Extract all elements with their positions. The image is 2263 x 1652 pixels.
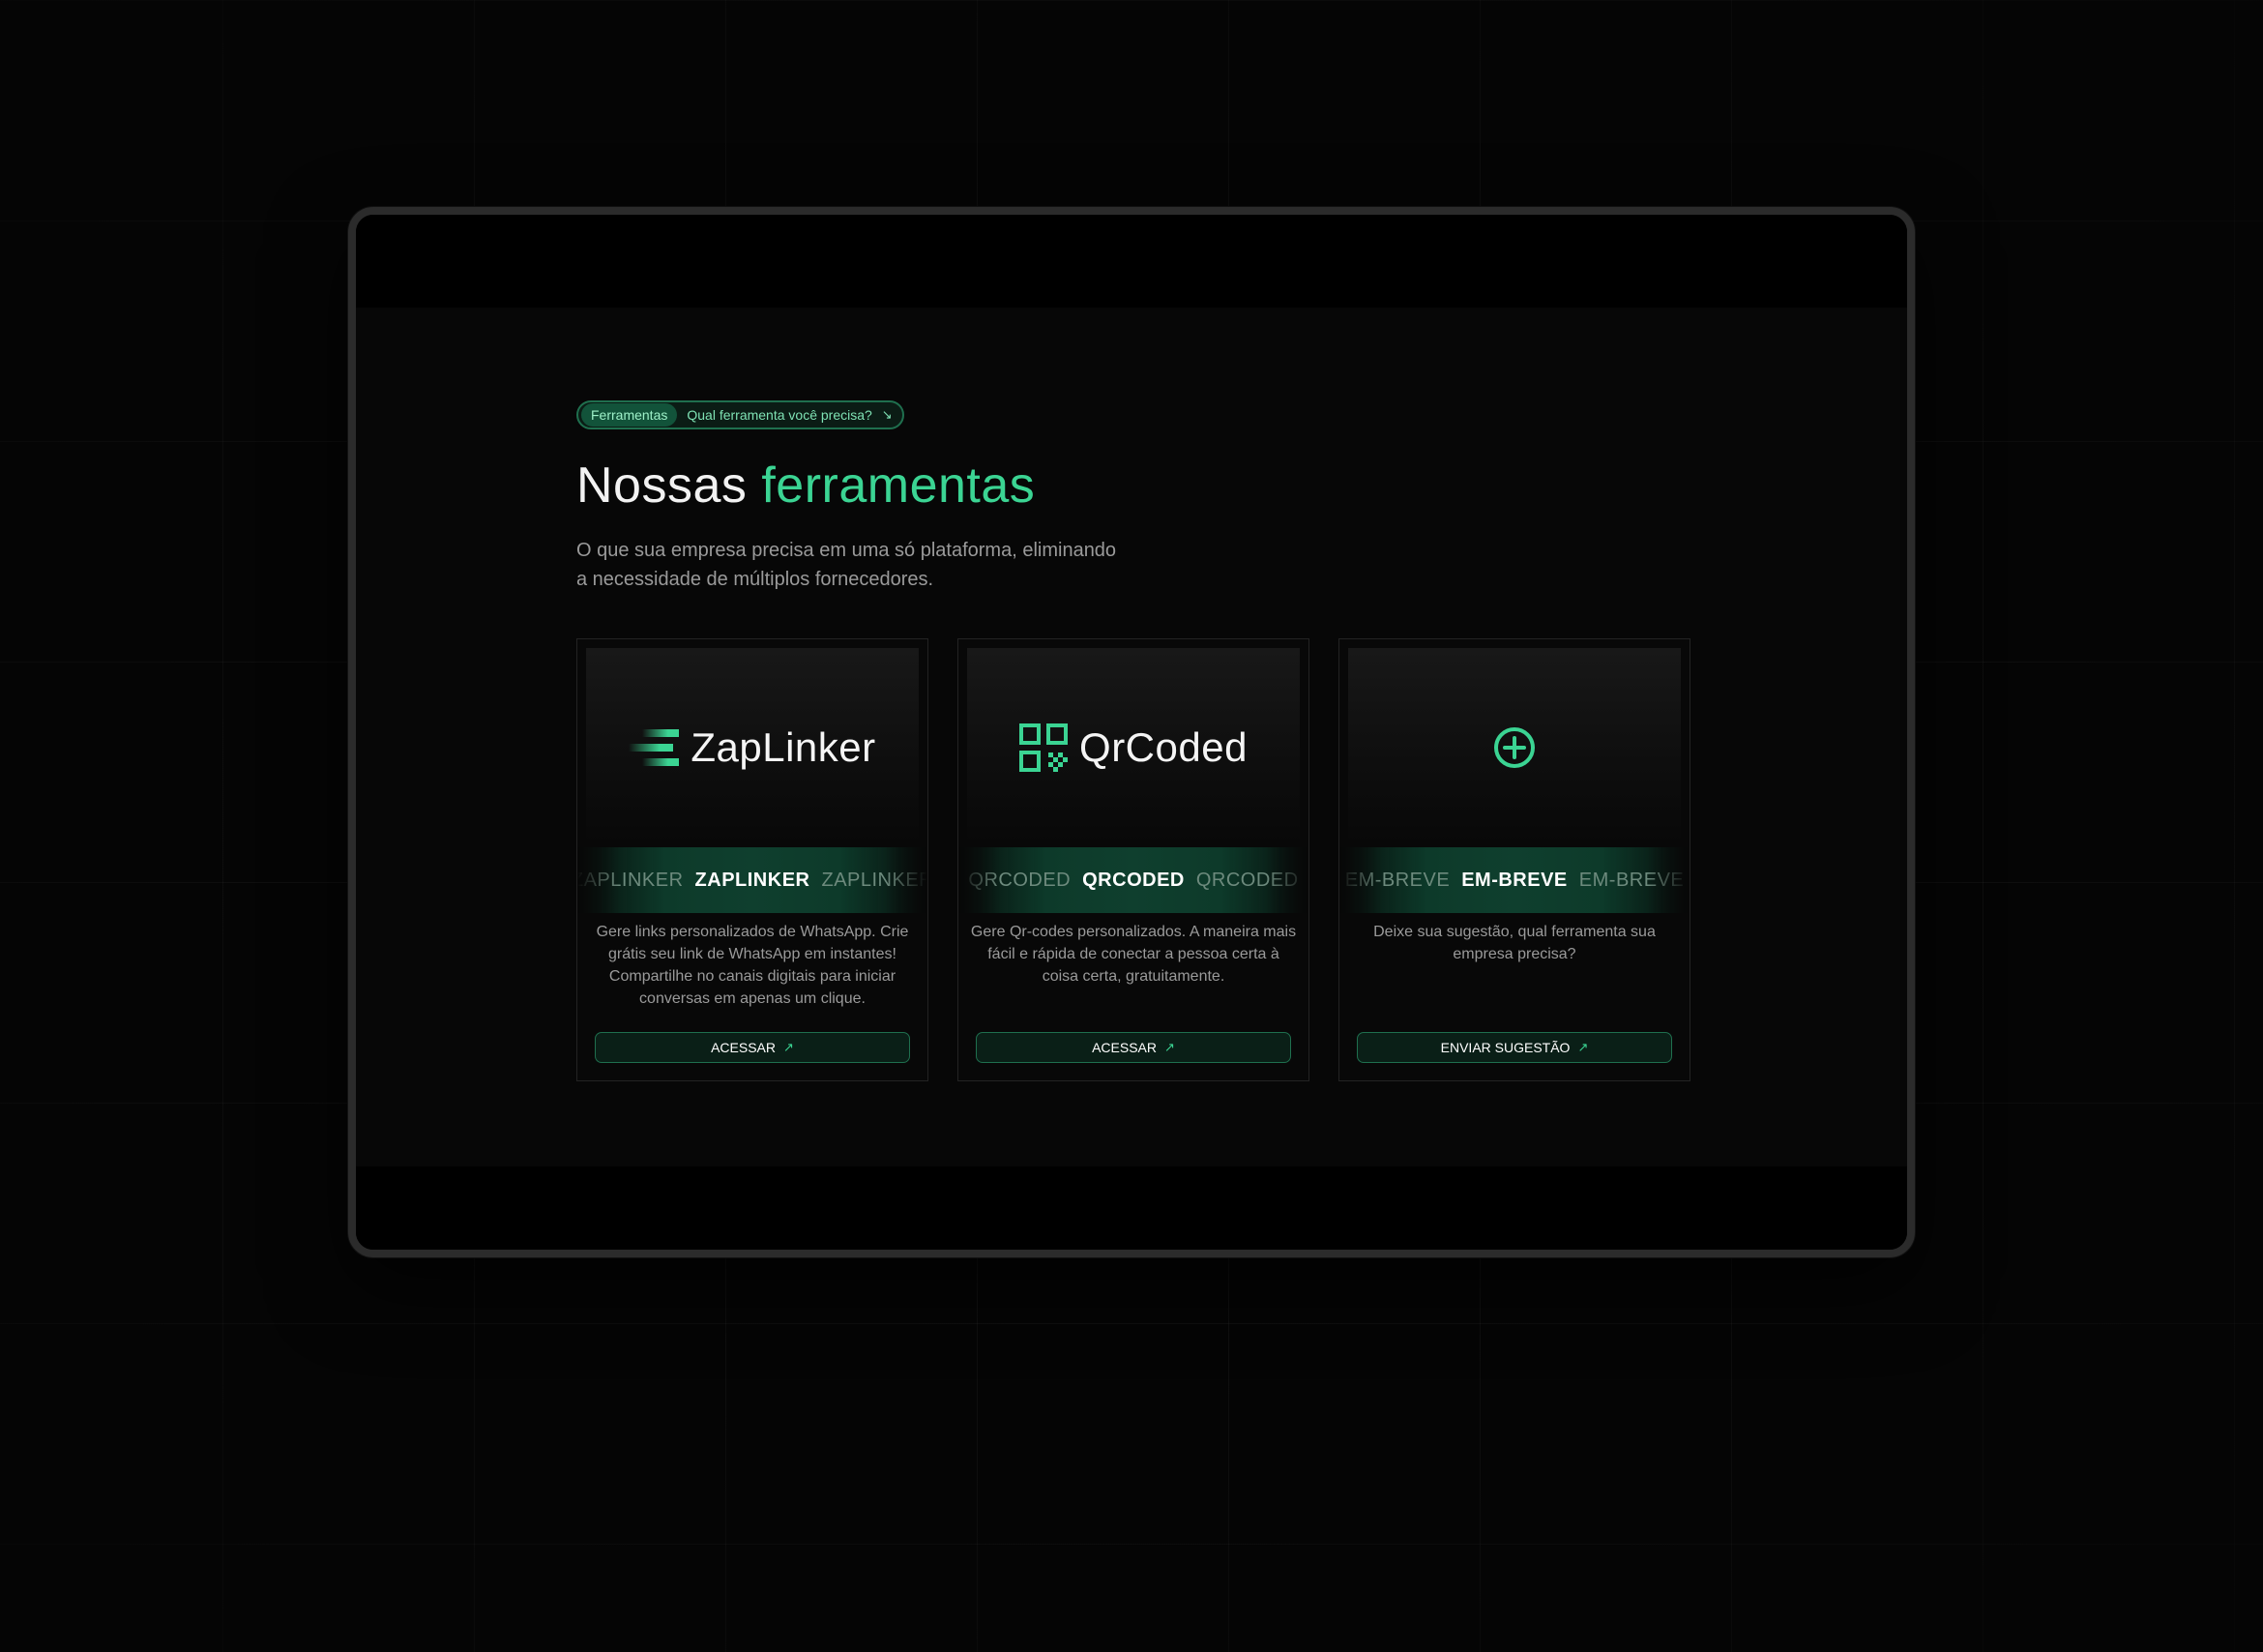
card-marquee: EM-BREVE EM-BREVE EM-BREVE	[1339, 847, 1690, 913]
arrow-down-right-icon: ↘	[881, 407, 893, 422]
marquee-item-active: QRCODED	[1082, 869, 1185, 891]
marquee-item: QRCODED	[968, 869, 1072, 891]
qrcoded-logo: QrCoded	[1019, 723, 1248, 772]
device-top-bar	[356, 215, 1907, 308]
button-label: ACESSAR	[711, 1040, 776, 1055]
page-title: Nossas ferramentas	[576, 457, 1698, 515]
card-marquee: QRCODED QRCODED QRCODED	[958, 847, 1308, 913]
page-subtitle: O que sua empresa precisa em uma só plat…	[576, 540, 1117, 590]
marquee-item-active: EM-BREVE	[1461, 869, 1568, 891]
plus-circle-icon	[1494, 727, 1535, 768]
tool-cards: ZapLinker ZAPLINKER ZAPLINKER ZAPLINKER …	[576, 638, 1690, 1081]
zaplinker-logo: ZapLinker	[629, 724, 875, 771]
tool-card-coming-soon: EM-BREVE EM-BREVE EM-BREVE Deixe sua sug…	[1338, 638, 1690, 1081]
badge-tag: Ferramentas	[581, 403, 678, 427]
arrow-up-right-icon: ↗	[1164, 1040, 1175, 1054]
marquee-item: EM-BREVE	[1578, 869, 1685, 891]
title-accent: ferramentas	[761, 457, 1036, 514]
card-marquee: ZAPLINKER ZAPLINKER ZAPLINKER	[577, 847, 927, 913]
tool-card-qrcoded: QrCoded QRCODED QRCODED QRCODED Gere Qr-…	[957, 638, 1309, 1081]
access-qrcoded-button[interactable]: ACESSAR ↗	[976, 1032, 1291, 1063]
tools-content: Ferramentas Qual ferramenta você precisa…	[576, 400, 1698, 1081]
zaplinker-logo-text: ZapLinker	[691, 724, 876, 770]
zaplinker-bars-icon	[629, 729, 680, 766]
qrcoded-logo-text: QrCoded	[1079, 724, 1248, 770]
card-description: Gere Qr-codes personalizados. A maneira …	[970, 924, 1297, 985]
button-label: ACESSAR	[1092, 1040, 1157, 1055]
title-plain: Nossas	[576, 457, 748, 514]
card-description: Deixe sua sugestão, qual ferramenta sua …	[1373, 924, 1656, 962]
arrow-up-right-icon: ↗	[1577, 1040, 1589, 1054]
marquee-item: QRCODED	[1195, 869, 1299, 891]
device-bottom-bar	[356, 1166, 1907, 1250]
card-description: Gere links personalizados de WhatsApp. C…	[596, 924, 909, 1007]
marquee-item-active: ZAPLINKER	[694, 869, 810, 891]
card-media	[1348, 648, 1681, 847]
badge-text: Qual ferramenta você precisa?	[687, 407, 872, 423]
card-media: ZapLinker	[586, 648, 919, 847]
device-frame: Ferramentas Qual ferramenta você precisa…	[348, 207, 1915, 1257]
arrow-up-right-icon: ↗	[783, 1040, 794, 1054]
card-media: QrCoded	[967, 648, 1300, 847]
tools-section: Ferramentas Qual ferramenta você precisa…	[356, 308, 1907, 1166]
tool-card-zaplinker: ZapLinker ZAPLINKER ZAPLINKER ZAPLINKER …	[576, 638, 928, 1081]
marquee-item: EM-BREVE	[1344, 869, 1451, 891]
access-zaplinker-button[interactable]: ACESSAR ↗	[595, 1032, 910, 1063]
background-grid: Ferramentas Qual ferramenta você precisa…	[0, 0, 2263, 1652]
marquee-item: ZAPLINKER	[577, 869, 684, 891]
marquee-item: ZAPLINKER	[821, 869, 927, 891]
section-badge[interactable]: Ferramentas Qual ferramenta você precisa…	[576, 400, 904, 429]
qrcode-icon	[1019, 723, 1069, 772]
send-suggestion-button[interactable]: ENVIAR SUGESTÃO ↗	[1357, 1032, 1672, 1063]
button-label: ENVIAR SUGESTÃO	[1440, 1040, 1571, 1055]
